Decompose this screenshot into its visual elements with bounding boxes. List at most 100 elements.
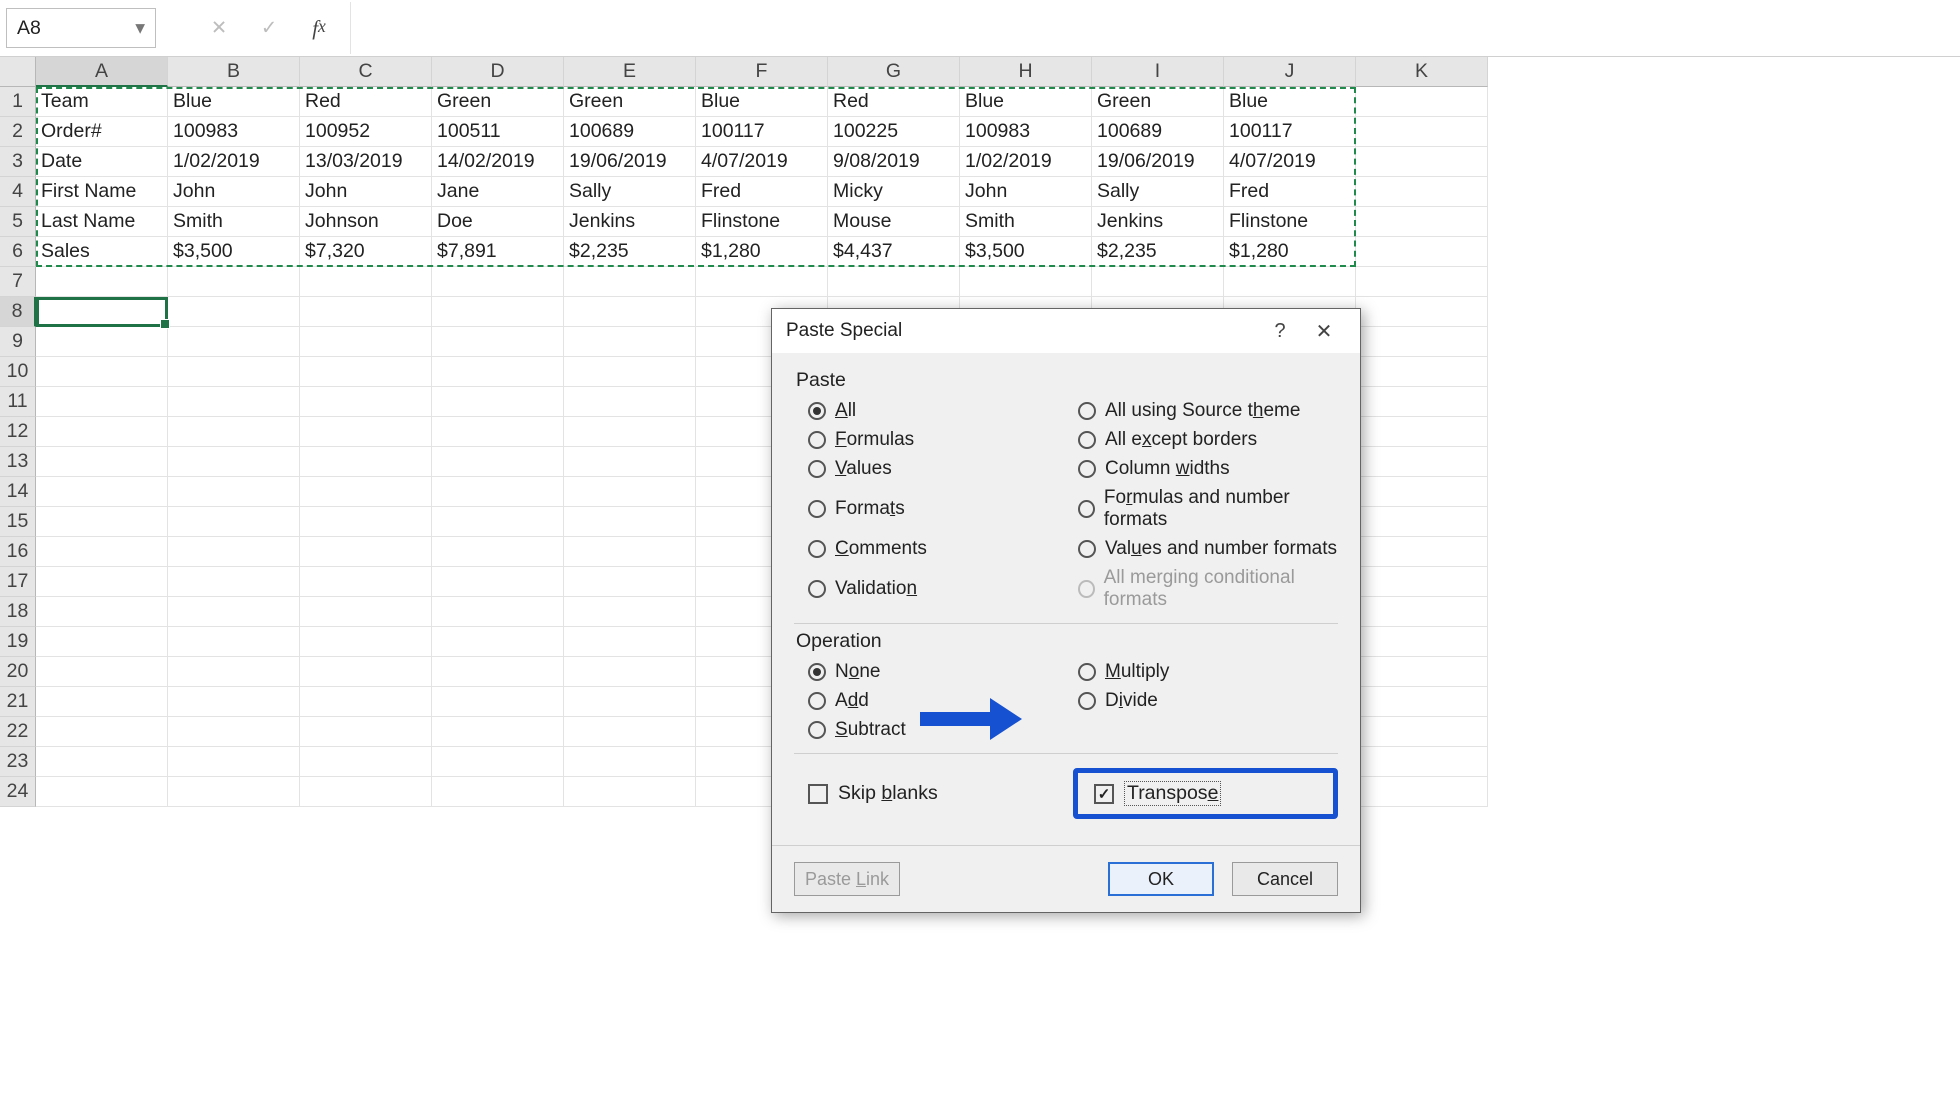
cell[interactable]: 4/07/2019 <box>696 147 828 177</box>
cell[interactable] <box>564 327 696 357</box>
cell[interactable]: John <box>300 177 432 207</box>
cell[interactable] <box>564 417 696 447</box>
cell[interactable]: Johnson <box>300 207 432 237</box>
radio-all-except-borders[interactable]: All except borders <box>1078 429 1338 451</box>
radio-divide[interactable]: Divide <box>1078 690 1338 712</box>
cell[interactable]: $1,280 <box>1224 237 1356 267</box>
cell[interactable] <box>36 297 168 327</box>
cell[interactable] <box>564 357 696 387</box>
row-header[interactable]: 7 <box>0 267 36 297</box>
cell[interactable] <box>36 657 168 687</box>
row-header[interactable]: 1 <box>0 87 36 117</box>
cell[interactable]: 100952 <box>300 117 432 147</box>
cell[interactable] <box>36 537 168 567</box>
column-header[interactable]: J <box>1224 57 1356 87</box>
cell[interactable]: 19/06/2019 <box>1092 147 1224 177</box>
cell[interactable]: 100117 <box>696 117 828 147</box>
row-header[interactable]: 8 <box>0 297 36 327</box>
cell[interactable] <box>432 417 564 447</box>
cell[interactable]: First Name <box>36 177 168 207</box>
cell[interactable]: Green <box>432 87 564 117</box>
cell[interactable] <box>36 507 168 537</box>
cell[interactable]: 100225 <box>828 117 960 147</box>
cell[interactable] <box>828 267 960 297</box>
cell[interactable] <box>1356 447 1488 477</box>
cell[interactable] <box>432 477 564 507</box>
cell[interactable] <box>168 417 300 447</box>
row-header[interactable]: 5 <box>0 207 36 237</box>
cell[interactable]: 1/02/2019 <box>960 147 1092 177</box>
cell[interactable] <box>168 297 300 327</box>
cell[interactable] <box>432 717 564 747</box>
cell[interactable] <box>1356 717 1488 747</box>
cell[interactable]: 19/06/2019 <box>564 147 696 177</box>
cell[interactable] <box>168 507 300 537</box>
cell[interactable] <box>1356 627 1488 657</box>
cell[interactable] <box>564 477 696 507</box>
cell[interactable]: Smith <box>168 207 300 237</box>
radio-formats[interactable]: Formats <box>808 487 1068 531</box>
cell[interactable]: $2,235 <box>1092 237 1224 267</box>
cell[interactable]: Blue <box>1224 87 1356 117</box>
cell[interactable] <box>168 387 300 417</box>
cell[interactable] <box>1356 357 1488 387</box>
ok-button[interactable]: OK <box>1108 862 1214 896</box>
cell[interactable]: Mouse <box>828 207 960 237</box>
cell[interactable]: 100117 <box>1224 117 1356 147</box>
cell[interactable]: 13/03/2019 <box>300 147 432 177</box>
checkbox-skip-blanks[interactable]: Skip blanks <box>808 782 1073 805</box>
cell[interactable] <box>432 687 564 717</box>
cell[interactable] <box>300 567 432 597</box>
cell[interactable] <box>300 657 432 687</box>
cell[interactable]: Doe <box>432 207 564 237</box>
cell[interactable] <box>432 777 564 807</box>
column-header[interactable]: E <box>564 57 696 87</box>
cell[interactable] <box>564 267 696 297</box>
cell[interactable] <box>564 507 696 537</box>
column-header[interactable]: A <box>36 57 168 87</box>
cell[interactable]: Fred <box>696 177 828 207</box>
cell[interactable]: Green <box>564 87 696 117</box>
cell[interactable]: Green <box>1092 87 1224 117</box>
cell[interactable] <box>1356 687 1488 717</box>
formula-input[interactable] <box>350 2 1960 54</box>
cell[interactable] <box>36 717 168 747</box>
cell[interactable] <box>300 777 432 807</box>
cell[interactable] <box>300 537 432 567</box>
cell[interactable] <box>564 627 696 657</box>
row-header[interactable]: 13 <box>0 447 36 477</box>
cell[interactable]: Red <box>828 87 960 117</box>
cell[interactable]: 100983 <box>960 117 1092 147</box>
cell[interactable] <box>300 297 432 327</box>
row-header[interactable]: 2 <box>0 117 36 147</box>
name-box-dropdown-icon[interactable]: ▾ <box>135 16 145 40</box>
cell[interactable] <box>168 687 300 717</box>
column-header[interactable]: G <box>828 57 960 87</box>
cell[interactable] <box>300 507 432 537</box>
cell[interactable]: Flinstone <box>696 207 828 237</box>
cell[interactable] <box>300 687 432 717</box>
cell[interactable]: Date <box>36 147 168 177</box>
cell[interactable] <box>564 777 696 807</box>
row-header[interactable]: 17 <box>0 567 36 597</box>
radio-values[interactable]: Values <box>808 458 1068 480</box>
row-header[interactable]: 20 <box>0 657 36 687</box>
column-header[interactable]: D <box>432 57 564 87</box>
cell[interactable] <box>1356 327 1488 357</box>
cell[interactable] <box>1224 267 1356 297</box>
cell[interactable] <box>300 627 432 657</box>
cell[interactable]: Blue <box>960 87 1092 117</box>
cell[interactable] <box>300 447 432 477</box>
cell[interactable] <box>300 747 432 777</box>
row-header[interactable]: 21 <box>0 687 36 717</box>
cell[interactable] <box>300 417 432 447</box>
column-header[interactable]: H <box>960 57 1092 87</box>
cell[interactable] <box>564 597 696 627</box>
cell[interactable] <box>1356 237 1488 267</box>
cancel-button[interactable]: Cancel <box>1232 862 1338 896</box>
cell[interactable]: Sally <box>564 177 696 207</box>
cell[interactable] <box>168 447 300 477</box>
cell[interactable]: Jane <box>432 177 564 207</box>
radio-formulas[interactable]: Formulas <box>808 429 1068 451</box>
cell[interactable]: Order# <box>36 117 168 147</box>
